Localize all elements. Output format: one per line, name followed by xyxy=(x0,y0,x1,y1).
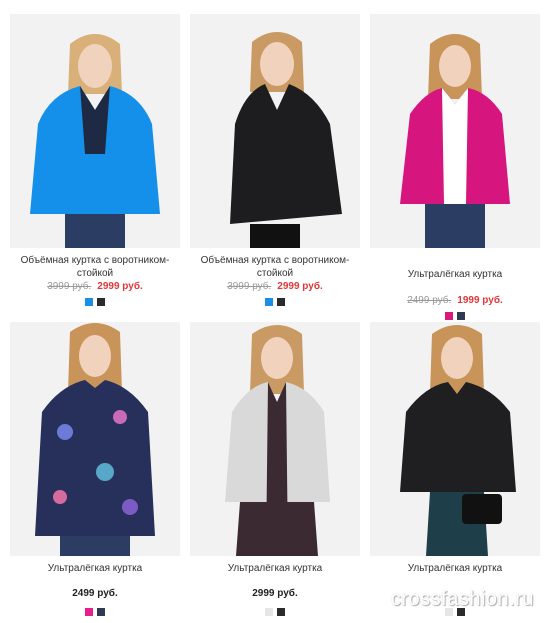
product-title[interactable]: Объёмная куртка с воротником-стойкой xyxy=(184,254,366,280)
color-swatches xyxy=(190,608,360,616)
color-swatch[interactable] xyxy=(265,608,273,616)
color-swatches xyxy=(10,608,180,616)
color-swatch[interactable] xyxy=(277,298,285,306)
color-swatch[interactable] xyxy=(277,608,285,616)
product-title[interactable]: Ультралёгкая куртка xyxy=(364,562,546,575)
model-jacket-image xyxy=(10,322,180,556)
product-title[interactable]: Объёмная куртка с воротником-стойкой xyxy=(4,254,186,280)
model-jacket-image xyxy=(190,14,360,248)
price-row: 2499 руб. xyxy=(10,588,180,600)
color-swatch[interactable] xyxy=(265,298,273,306)
product-photo[interactable] xyxy=(190,322,360,556)
product-photo[interactable] xyxy=(10,14,180,248)
model-jacket-image xyxy=(370,14,540,248)
color-swatch[interactable] xyxy=(85,298,93,306)
price: 2499 руб. xyxy=(72,588,118,599)
model-jacket-image xyxy=(190,322,360,556)
product-title[interactable]: Ультралёгкая куртка xyxy=(184,562,366,575)
color-swatch[interactable] xyxy=(85,608,93,616)
product-photo[interactable] xyxy=(190,14,360,248)
product-grid: Объёмная куртка с воротником-стойкой 399… xyxy=(0,0,550,623)
product-title[interactable]: Ультралёгкая куртка xyxy=(364,268,546,281)
model-jacket-image xyxy=(10,14,180,248)
price-row: 3999 руб. 2999 руб. xyxy=(10,281,180,293)
sale-price: 2999 руб. xyxy=(277,281,323,292)
old-price: 3999 руб. xyxy=(47,281,92,292)
price-row: 3999 руб. 2999 руб. xyxy=(190,281,360,293)
product-photo[interactable] xyxy=(370,322,540,556)
sale-price: 1999 руб. xyxy=(457,295,503,306)
product-title[interactable]: Ультралёгкая куртка xyxy=(4,562,186,575)
color-swatches xyxy=(190,298,360,306)
product-photo[interactable] xyxy=(370,14,540,248)
sale-price: 2999 руб. xyxy=(97,281,143,292)
product-photo[interactable] xyxy=(10,322,180,556)
old-price: 3999 руб. xyxy=(227,281,272,292)
watermark: crossfashion.ru xyxy=(390,588,534,610)
color-swatch[interactable] xyxy=(445,312,453,320)
color-swatch[interactable] xyxy=(457,312,465,320)
price: 2999 руб. xyxy=(252,588,298,599)
price-row: 2499 руб. 1999 руб. xyxy=(370,295,540,307)
color-swatch[interactable] xyxy=(97,608,105,616)
color-swatches xyxy=(10,298,180,306)
color-swatch[interactable] xyxy=(97,298,105,306)
price-row: 2999 руб. xyxy=(190,588,360,600)
model-jacket-image xyxy=(370,322,540,556)
old-price: 2499 руб. xyxy=(407,295,452,306)
color-swatches xyxy=(370,312,540,320)
